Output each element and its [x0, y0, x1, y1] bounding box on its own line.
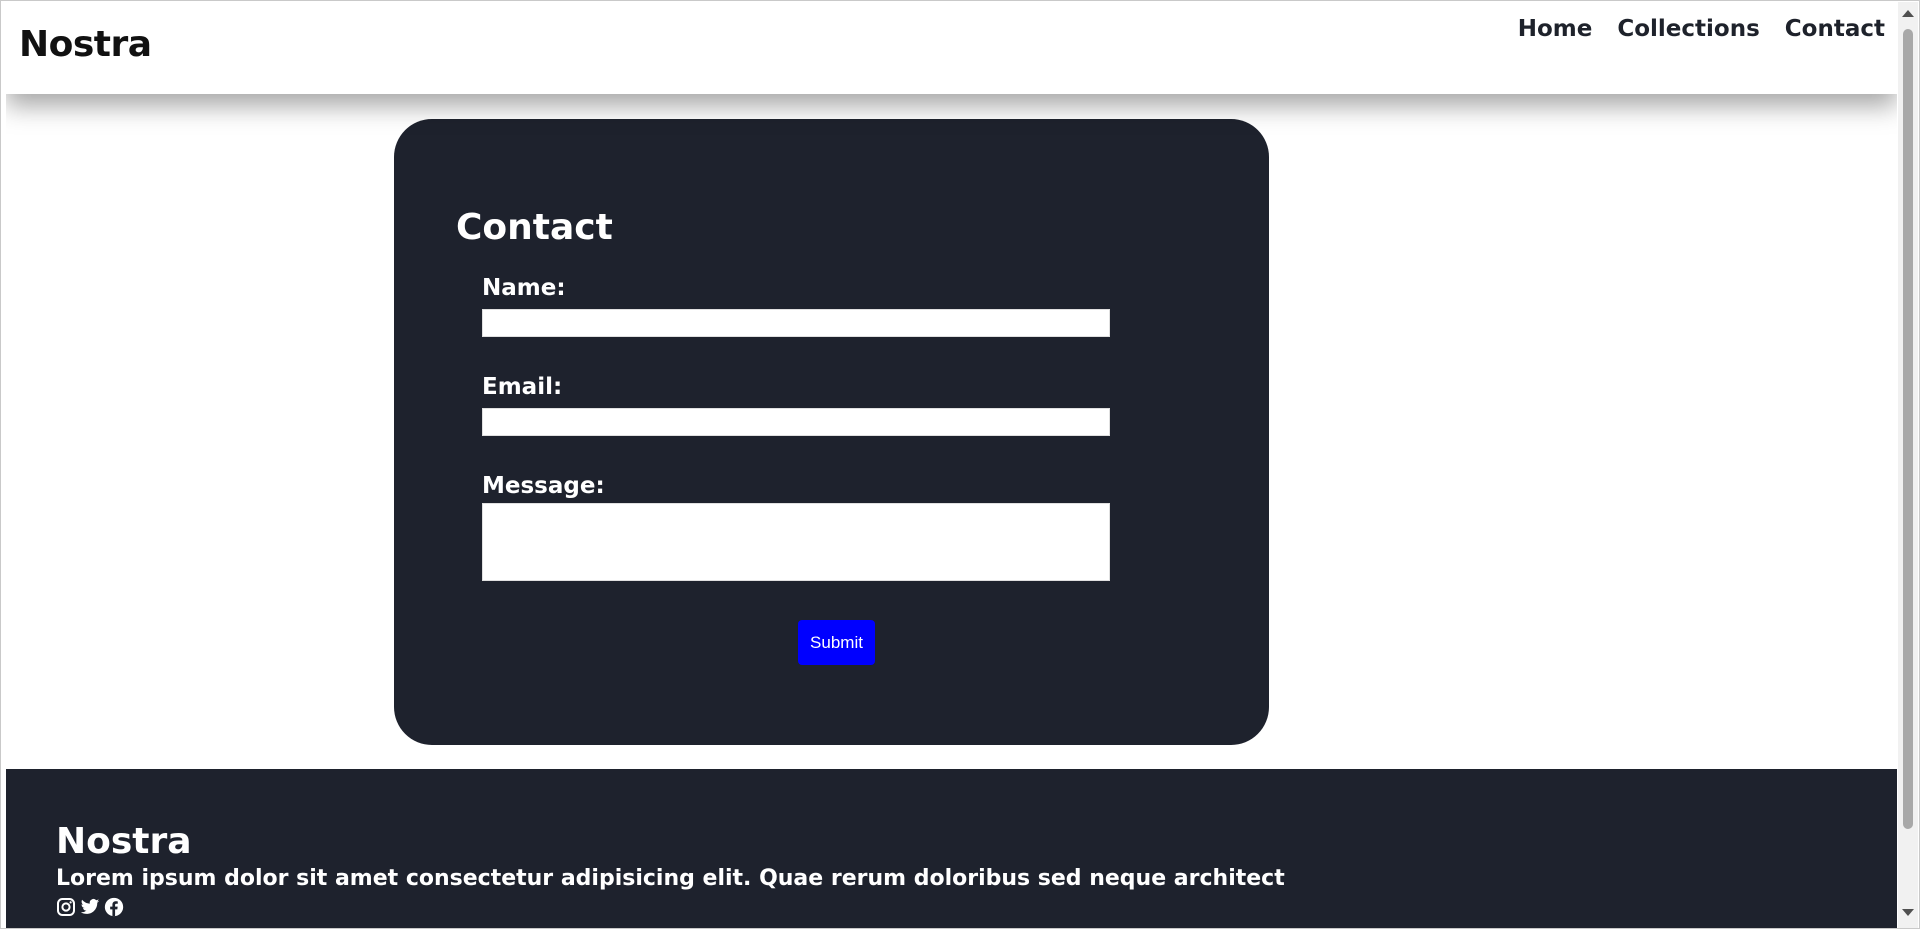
contact-title: Contact	[456, 207, 613, 248]
twitter-icon[interactable]	[80, 897, 100, 917]
nav-contact-link[interactable]: Contact	[1785, 16, 1885, 42]
scroll-up-arrow-icon[interactable]	[1902, 10, 1914, 17]
browser-viewport: Nostra Home Collections Contact Contact …	[0, 0, 1920, 929]
nav-collections-link[interactable]: Collections	[1617, 16, 1759, 42]
site-logo[interactable]: Nostra	[19, 24, 152, 65]
scroll-down-arrow-icon[interactable]	[1902, 909, 1914, 916]
page: Nostra Home Collections Contact Contact …	[6, 2, 1897, 928]
email-label: Email:	[482, 374, 563, 400]
vertical-scrollbar[interactable]	[1898, 2, 1918, 928]
site-header: Nostra Home Collections Contact	[6, 2, 1897, 94]
footer-description: Lorem ipsum dolor sit amet consectetur a…	[56, 866, 1285, 891]
email-input[interactable]	[482, 408, 1110, 436]
message-label: Message:	[482, 473, 605, 499]
main-nav: Home Collections Contact	[1518, 16, 1885, 42]
footer-logo: Nostra	[56, 821, 192, 862]
name-label: Name:	[482, 275, 566, 301]
social-links	[56, 897, 124, 917]
name-input[interactable]	[482, 309, 1110, 337]
message-textarea[interactable]	[482, 503, 1110, 581]
nav-home-link[interactable]: Home	[1518, 16, 1593, 42]
instagram-icon[interactable]	[56, 897, 76, 917]
scroll-thumb[interactable]	[1903, 29, 1913, 829]
contact-card: Contact Name: Email: Message: Submit	[394, 119, 1269, 745]
facebook-icon[interactable]	[104, 897, 124, 917]
submit-button[interactable]: Submit	[798, 620, 875, 665]
site-footer: Nostra Lorem ipsum dolor sit amet consec…	[6, 769, 1897, 928]
